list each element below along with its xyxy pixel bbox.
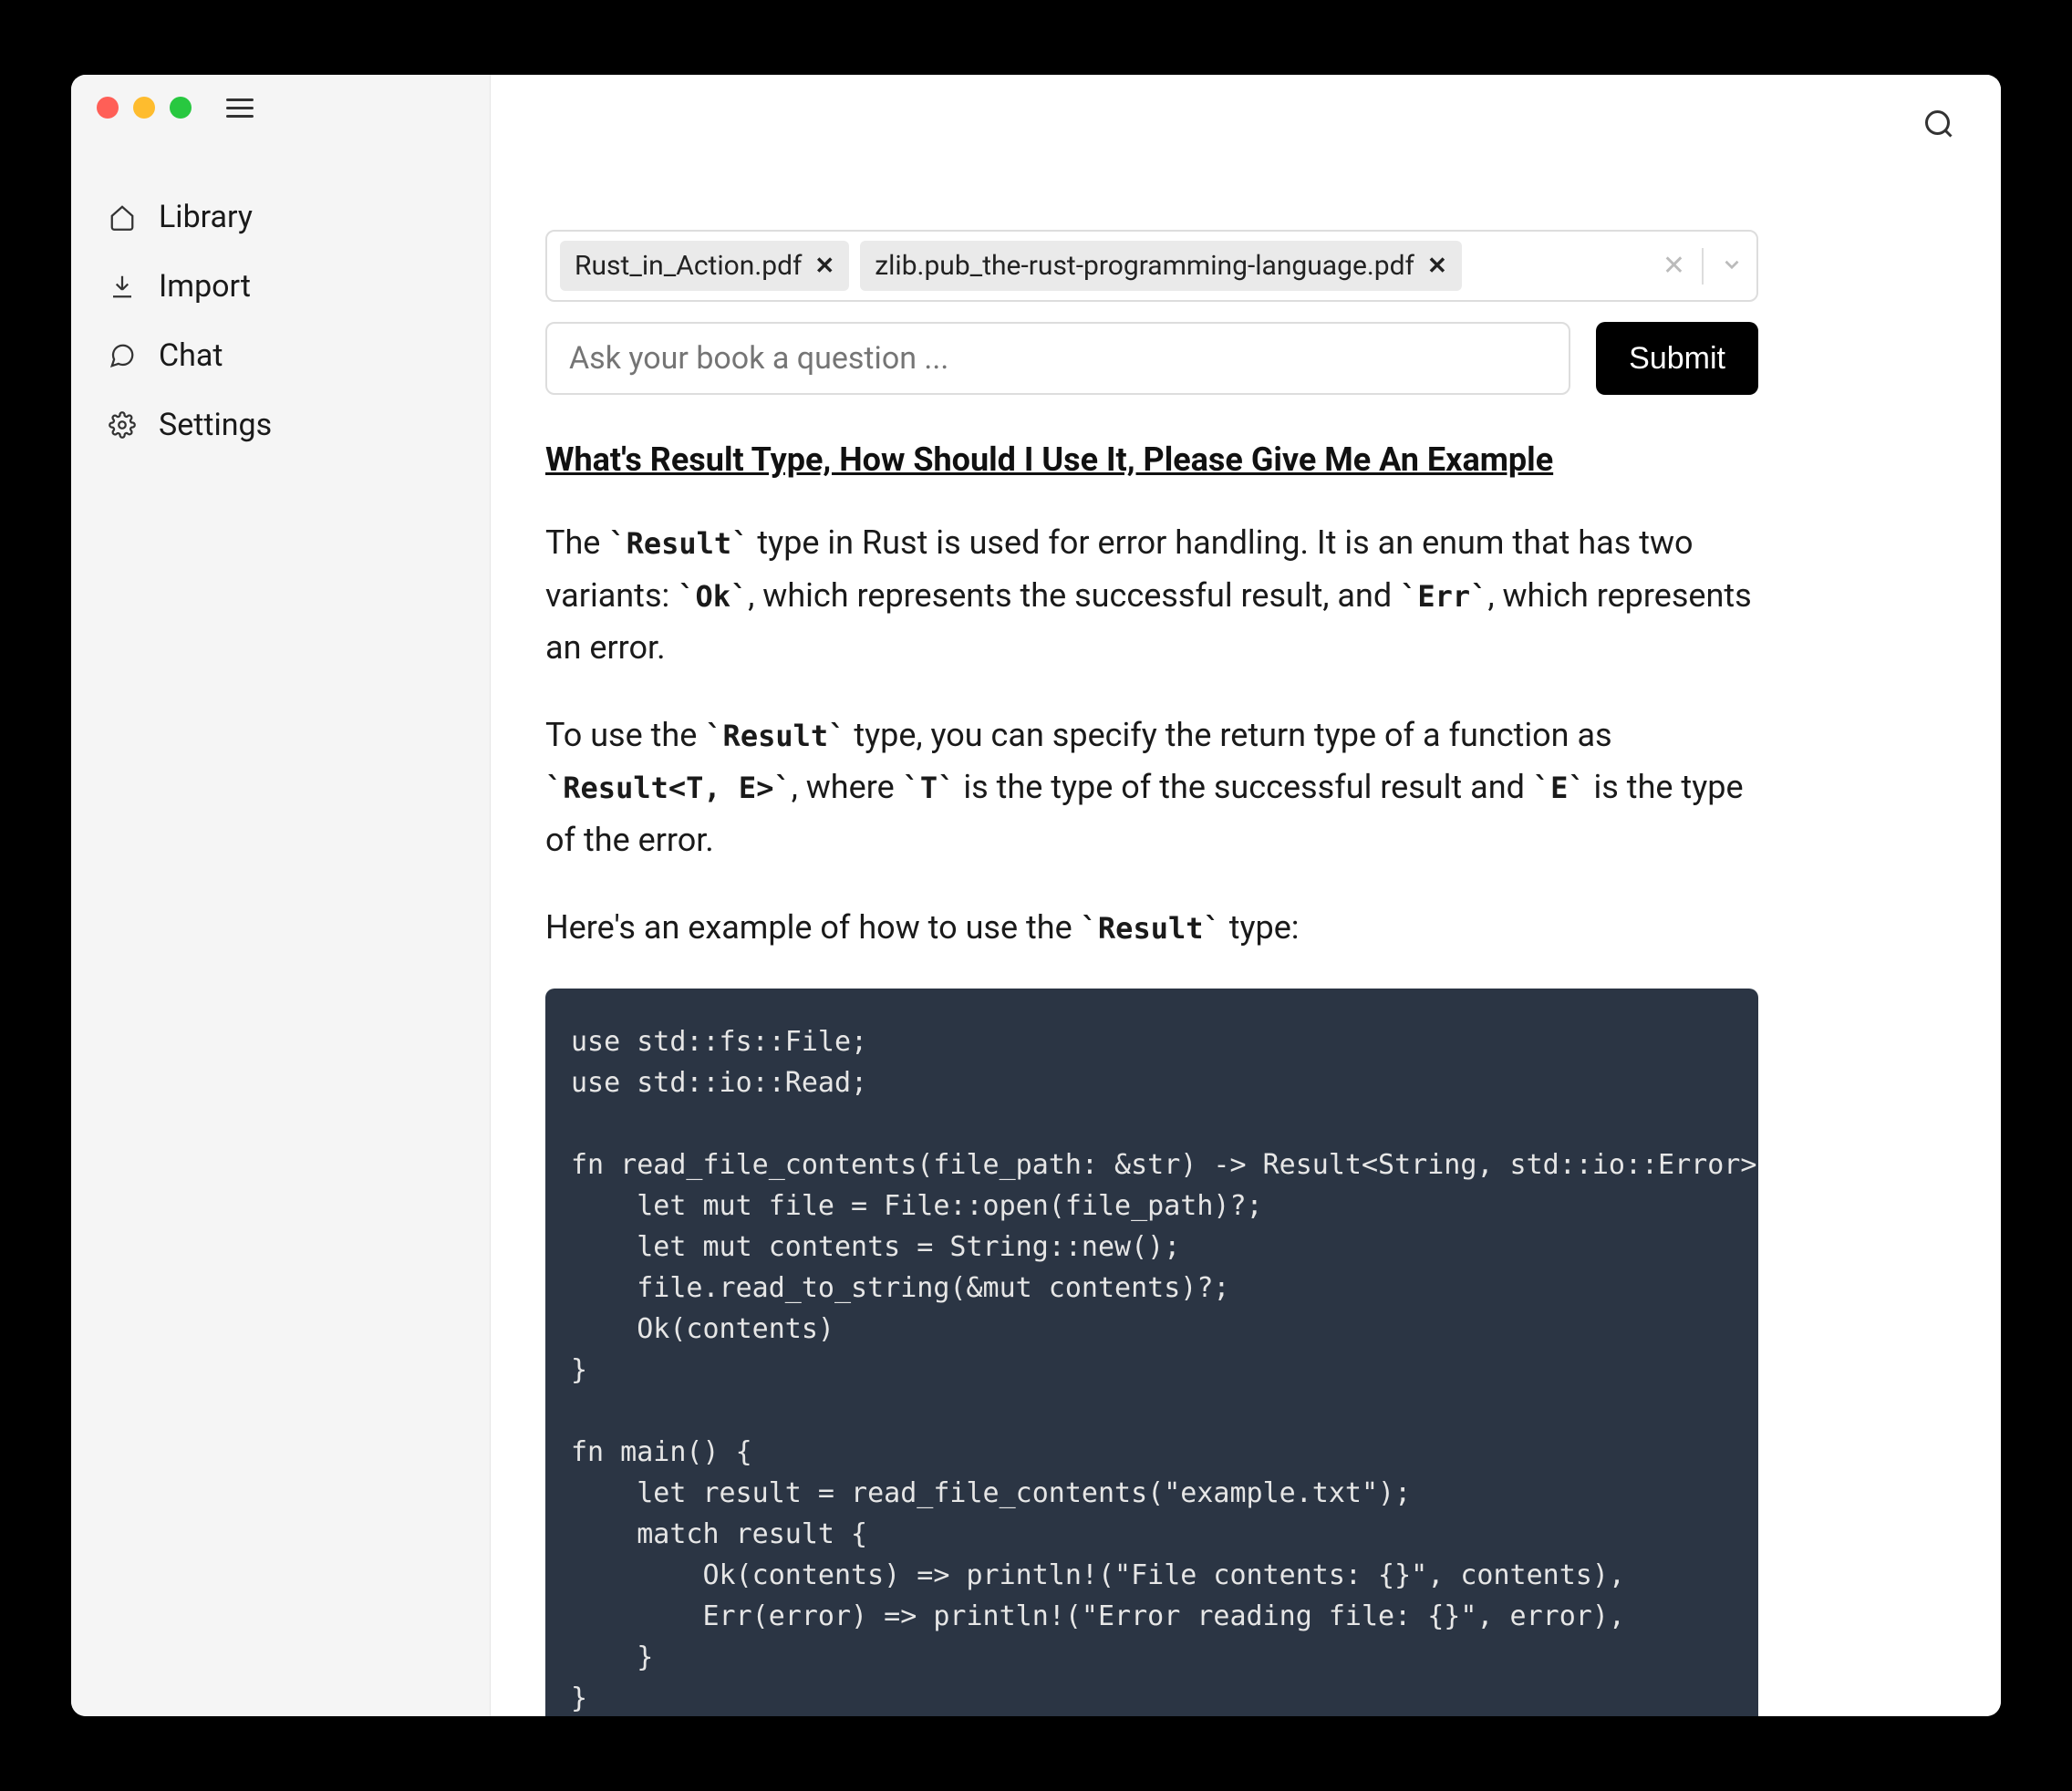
selected-file-tag: zlib.pub_the-rust-programming-language.p… <box>860 241 1462 291</box>
answer-paragraph: To use the `Result` type, you can specif… <box>545 709 1758 867</box>
question-input[interactable] <box>545 322 1570 395</box>
document-selector[interactable]: Rust_in_Action.pdf ✕ zlib.pub_the-rust-p… <box>545 230 1758 302</box>
titlebar <box>71 97 490 119</box>
menu-button[interactable] <box>226 98 254 118</box>
main-content: Rust_in_Action.pdf ✕ zlib.pub_the-rust-p… <box>491 75 2001 1716</box>
app-window: Library Import Chat Settings <box>71 75 2001 1716</box>
sidebar-item-label: Import <box>159 268 251 305</box>
answer-paragraph: The `Result` type in Rust is used for er… <box>545 517 1758 675</box>
selected-file-tag: Rust_in_Action.pdf ✕ <box>560 241 849 291</box>
tag-label: zlib.pub_the-rust-programming-language.p… <box>875 250 1414 282</box>
clear-all-button[interactable]: ✕ <box>1663 250 1685 282</box>
tag-label: Rust_in_Action.pdf <box>575 250 802 282</box>
remove-tag-button[interactable]: ✕ <box>814 253 834 280</box>
gear-icon <box>108 410 137 440</box>
chat-icon <box>108 341 137 370</box>
close-window-button[interactable] <box>97 97 119 119</box>
sidebar-item-settings[interactable]: Settings <box>97 390 464 460</box>
sidebar-nav: Library Import Chat Settings <box>71 182 490 460</box>
sidebar-item-import[interactable]: Import <box>97 252 464 321</box>
content-area: Rust_in_Action.pdf ✕ zlib.pub_the-rust-p… <box>545 230 1758 1716</box>
search-button[interactable] <box>1922 108 1955 144</box>
inline-code: `Ok` <box>678 579 748 614</box>
inline-code: `Err` <box>1400 579 1487 614</box>
sidebar: Library Import Chat Settings <box>71 75 491 1716</box>
home-icon <box>108 202 137 232</box>
sidebar-item-label: Chat <box>159 337 223 374</box>
sidebar-item-chat[interactable]: Chat <box>97 321 464 390</box>
minimize-window-button[interactable] <box>133 97 155 119</box>
inline-code: `Result<T, E>` <box>545 771 792 805</box>
sidebar-item-library[interactable]: Library <box>97 182 464 252</box>
maximize-window-button[interactable] <box>170 97 192 119</box>
dropdown-toggle[interactable] <box>1720 253 1744 280</box>
traffic-lights <box>97 97 192 119</box>
answer-heading: What's Result Type, How Should I Use It,… <box>545 440 1758 479</box>
inline-code: `Result` <box>1081 911 1221 946</box>
inline-code: `E` <box>1533 771 1586 805</box>
submit-button[interactable]: Submit <box>1596 322 1758 395</box>
remove-tag-button[interactable]: ✕ <box>1427 253 1447 280</box>
answer-paragraph: Here's an example of how to use the `Res… <box>545 902 1758 955</box>
question-row: Submit <box>545 322 1758 395</box>
divider <box>1702 248 1704 285</box>
sidebar-item-label: Settings <box>159 407 272 443</box>
sidebar-item-label: Library <box>159 199 253 235</box>
tag-controls: ✕ <box>1663 248 1744 285</box>
inline-code: `T` <box>903 771 956 805</box>
inline-code: `Result` <box>608 526 749 561</box>
download-icon <box>108 272 137 301</box>
inline-code: `Result` <box>705 719 845 753</box>
code-block: use std::fs::File; use std::io::Read; fn… <box>545 989 1758 1716</box>
